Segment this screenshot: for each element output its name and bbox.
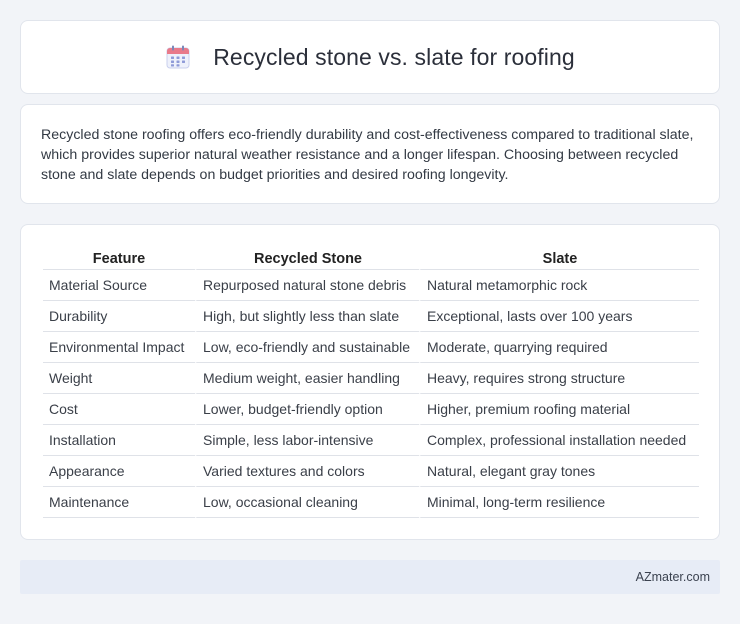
feature-cell: Weight [43, 363, 195, 394]
feature-cell: Material Source [43, 270, 195, 301]
recycled-stone-cell: Varied textures and colors [195, 456, 419, 487]
page-title: Recycled stone vs. slate for roofing [213, 43, 575, 70]
table-row: Cost Lower, budget-friendly option Highe… [43, 394, 699, 425]
table-header-row: Feature Recycled Stone Slate [43, 247, 699, 270]
recycled-stone-cell: Repurposed natural stone debris [195, 270, 419, 301]
footer-site-label: AZmater.com [635, 570, 710, 584]
slate-cell: Natural metamorphic rock [419, 270, 699, 301]
table-row: Installation Simple, less labor-intensiv… [43, 425, 699, 456]
table-row: Material Source Repurposed natural stone… [43, 270, 699, 301]
feature-cell: Durability [43, 301, 195, 332]
slate-cell: Heavy, requires strong structure [419, 363, 699, 394]
feature-cell: Installation [43, 425, 195, 456]
slate-cell: Higher, premium roofing material [419, 394, 699, 425]
feature-cell: Environmental Impact [43, 332, 195, 363]
recycled-stone-cell: Simple, less labor-intensive [195, 425, 419, 456]
description-card: Recycled stone roofing offers eco-friend… [20, 104, 720, 204]
slate-cell: Minimal, long-term resilience [419, 487, 699, 518]
slate-cell: Natural, elegant gray tones [419, 456, 699, 487]
recycled-stone-cell: Low, occasional cleaning [195, 487, 419, 518]
title-row: Recycled stone vs. slate for roofing [165, 44, 575, 71]
comparison-table: Feature Recycled Stone Slate Material So… [43, 247, 699, 518]
table-row: Appearance Varied textures and colors Na… [43, 456, 699, 487]
table-row: Maintenance Low, occasional cleaning Min… [43, 487, 699, 518]
table-row: Weight Medium weight, easier handling He… [43, 363, 699, 394]
column-header-feature: Feature [43, 247, 195, 270]
description-text: Recycled stone roofing offers eco-friend… [41, 127, 694, 183]
column-header-slate: Slate [419, 247, 699, 270]
slate-cell: Complex, professional installation neede… [419, 425, 699, 456]
slate-cell: Moderate, quarrying required [419, 332, 699, 363]
feature-cell: Maintenance [43, 487, 195, 518]
column-header-recycled-stone: Recycled Stone [195, 247, 419, 270]
feature-cell: Appearance [43, 456, 195, 487]
comparison-table-card: Feature Recycled Stone Slate Material So… [20, 224, 720, 540]
recycled-stone-cell: Low, eco-friendly and sustainable [195, 332, 419, 363]
title-card: Recycled stone vs. slate for roofing [20, 20, 720, 94]
table-row: Environmental Impact Low, eco-friendly a… [43, 332, 699, 363]
recycled-stone-cell: High, but slightly less than slate [195, 301, 419, 332]
feature-cell: Cost [43, 394, 195, 425]
table-row: Durability High, but slightly less than … [43, 301, 699, 332]
calendar-icon [166, 45, 190, 69]
recycled-stone-cell: Medium weight, easier handling [195, 363, 419, 394]
recycled-stone-cell: Lower, budget-friendly option [195, 394, 419, 425]
slate-cell: Exceptional, lasts over 100 years [419, 301, 699, 332]
footer-bar: AZmater.com [20, 560, 720, 594]
